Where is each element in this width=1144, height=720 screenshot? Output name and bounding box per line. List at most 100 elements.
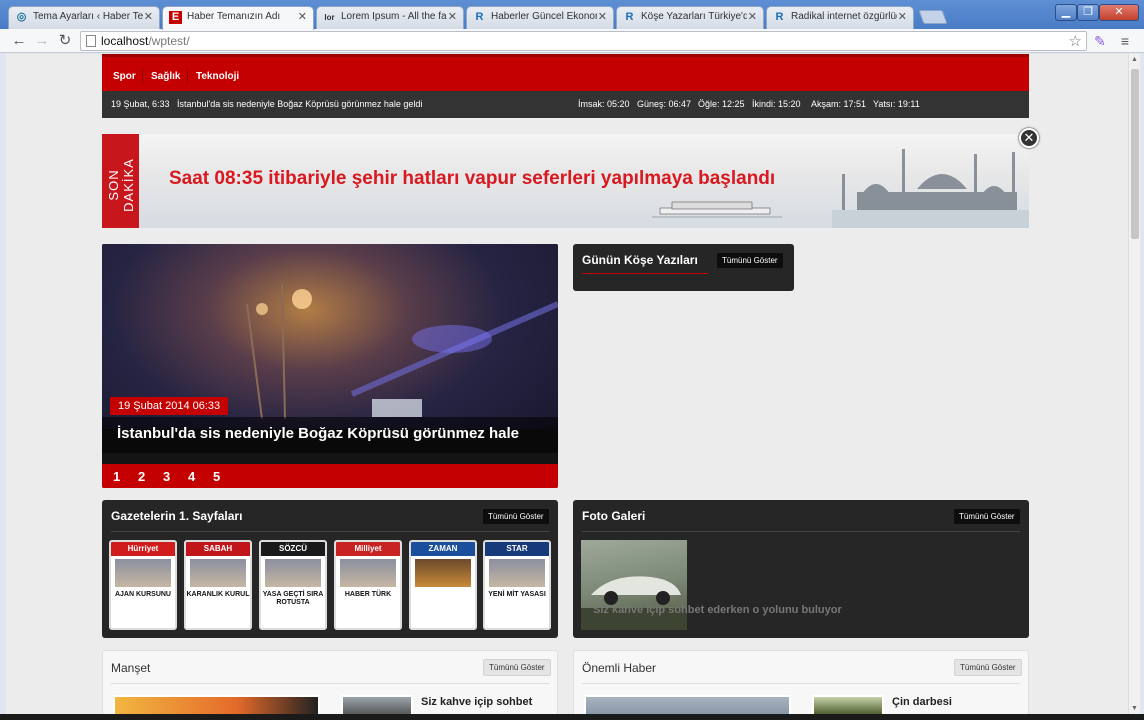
newspaper-headline: KARANLIK KURUL <box>186 591 250 598</box>
page-icon <box>86 35 96 47</box>
columnists-title: Günün Köşe Yazıları <box>582 253 698 267</box>
forward-icon[interactable]: → <box>32 31 52 51</box>
web-page: Spor Sağlık Teknoloji 19 Şubat, 6:33 İst… <box>6 54 1128 714</box>
title-underline <box>111 683 549 684</box>
gallery-photo[interactable] <box>581 540 687 630</box>
ticker-headline[interactable]: İstanbul'da sis nedeniyle Boğaz Köprüsü … <box>177 99 422 109</box>
tab-kose-yazarlari[interactable]: R Köşe Yazarları Türkiye'de ✕ <box>616 6 764 29</box>
tab-label: Lorem Ipsum - All the fact <box>341 11 447 22</box>
r-logo-icon: R <box>775 11 784 23</box>
new-tab-button[interactable] <box>918 10 948 24</box>
maximize-button[interactable]: ❐ <box>1077 4 1099 21</box>
wordpress-icon: ◎ <box>16 11 27 23</box>
close-tab-icon[interactable]: ✕ <box>298 10 307 23</box>
photo-gallery-box: Foto Galeri Tümünü Göster Siz kahve içip… <box>573 500 1029 638</box>
menu-separator <box>142 69 143 83</box>
newspaper-thumb-milliyet[interactable]: Milliyet HABER TÜRK <box>334 540 402 630</box>
newspaper-thumb-star[interactable]: STAR YENİ MİT YASASI <box>483 540 551 630</box>
breaking-news-text: Saat 08:35 itibariyle şehir hatları vapu… <box>169 168 776 189</box>
prayer-ogle: Öğle: 12:25 <box>698 99 745 109</box>
scrollbar-thumb[interactable] <box>1131 69 1139 239</box>
title-underline <box>582 531 1020 532</box>
menu-item-spor[interactable]: Spor <box>113 71 136 82</box>
close-banner-button[interactable]: ✕ <box>1019 128 1039 148</box>
newspaper-headline: HABER TÜRK <box>344 591 392 598</box>
newspaper-thumb-hurriyet[interactable]: Hürriyet AJAN KURSUNU <box>109 540 177 630</box>
breaking-news-banner[interactable]: SON DAKİKA Saat 08:35 itibariyle şehir h… <box>102 134 1029 228</box>
menu-icon[interactable]: ≡ <box>1115 31 1135 51</box>
newspaper-photo <box>115 559 171 587</box>
newspaper-headline: AJAN KURSUNU <box>114 591 171 598</box>
ferry-image <box>652 201 782 218</box>
close-tab-icon[interactable]: ✕ <box>898 10 907 23</box>
manset-main-image[interactable] <box>113 695 320 714</box>
reload-icon[interactable]: ↻ <box>55 31 75 51</box>
scroll-down-icon[interactable]: ▼ <box>1131 705 1138 712</box>
newspaper-headline: YASA GEÇTİ SIRA ROTUSTA <box>262 591 324 606</box>
url-text: localhost/wptest/ <box>101 34 190 48</box>
slider-page-4[interactable]: 4 <box>188 469 195 484</box>
close-window-button[interactable]: ✕ <box>1099 4 1139 21</box>
gallery-caption[interactable]: Siz kahve içip sohbet ederken o yolunu b… <box>593 604 842 616</box>
vertical-scrollbar[interactable]: ▲ ▼ <box>1128 54 1140 714</box>
browser-tab-bar: ◎ Tema Ayarları ‹ Haber Tem ✕ E Haber Te… <box>0 0 1144 30</box>
newspaper-masthead: Hürriyet <box>111 542 175 556</box>
close-tab-icon[interactable]: ✕ <box>598 10 607 23</box>
newspaper-masthead: Milliyet <box>336 542 400 556</box>
address-bar[interactable]: localhost/wptest/ ☆ <box>80 31 1087 51</box>
prayer-ikindi: İkindi: 15:20 <box>752 99 801 109</box>
prayer-yatsi: Yatsı: 19:11 <box>873 99 920 109</box>
gallery-show-all-button[interactable]: Tümünü Göster <box>954 509 1020 524</box>
close-tab-icon[interactable]: ✕ <box>448 10 457 23</box>
manset-item-title[interactable]: Siz kahve içip sohbet <box>421 696 532 708</box>
tab-label: Tema Ayarları ‹ Haber Tem <box>33 11 143 22</box>
browser-toolbar: ← → ↻ localhost/wptest/ ☆ ✎ ≡ <box>0 29 1144 53</box>
manset-box: Manşet Tümünü Göster Siz kahve içip sohb… <box>102 650 558 714</box>
newspapers-title: Gazetelerin 1. Sayfaları <box>111 509 243 523</box>
slider-date: 19 Şubat 2014 06:33 <box>110 397 229 415</box>
tab-lorem-ipsum[interactable]: lor Lorem Ipsum - All the fact ✕ <box>316 6 464 29</box>
slider-page-1[interactable]: 1 <box>113 469 120 484</box>
menu-item-saglik[interactable]: Sağlık <box>151 71 180 82</box>
newspapers-show-all-button[interactable]: Tümünü Göster <box>483 509 549 524</box>
important-item-title[interactable]: Çin darbesi <box>892 696 952 708</box>
newspaper-photo <box>340 559 396 587</box>
extension-pen-icon[interactable]: ✎ <box>1090 31 1110 51</box>
newspaper-headline: YENİ MİT YASASI <box>488 591 546 598</box>
scroll-up-icon[interactable]: ▲ <box>1131 56 1138 63</box>
slider-page-2[interactable]: 2 <box>138 469 145 484</box>
newspaper-thumb-zaman[interactable]: ZAMAN <box>409 540 477 630</box>
title-underline <box>582 683 1020 684</box>
manset-item-thumb[interactable] <box>341 695 413 714</box>
newspaper-thumb-sabah[interactable]: SABAH KARANLIK KURUL <box>184 540 252 630</box>
manset-show-all-button[interactable]: Tümünü Göster <box>483 659 551 676</box>
tab-theme-settings[interactable]: ◎ Tema Ayarları ‹ Haber Tem ✕ <box>8 6 160 29</box>
slider-headline[interactable]: İstanbul'da sis nedeniyle Boğaz Köprüsü … <box>102 417 558 453</box>
prayer-imsak: İmsak: 05:20 <box>578 99 630 109</box>
newspaper-thumb-sozcu[interactable]: SÖZCÜ YASA GEÇTİ SIRA ROTUSTA <box>259 540 327 630</box>
manset-title: Manşet <box>111 661 151 675</box>
newspaper-photo <box>265 559 321 587</box>
menu-item-teknoloji[interactable]: Teknoloji <box>196 71 239 82</box>
bookmark-star-icon[interactable]: ☆ <box>1069 32 1082 50</box>
tab-news-theme[interactable]: E Haber Temanızın Adı ✕ <box>162 6 314 30</box>
main-nav: Spor Sağlık Teknoloji <box>102 54 1029 91</box>
slider-page-5[interactable]: 5 <box>213 469 220 484</box>
newspaper-masthead: SÖZCÜ <box>261 542 325 556</box>
tab-radikal[interactable]: R Radikal internet özgürlüğü ✕ <box>766 6 914 29</box>
slider-page-3[interactable]: 3 <box>163 469 170 484</box>
columnists-show-all-button[interactable]: Tümünü Göster <box>717 253 783 268</box>
tab-haberler[interactable]: R Haberler Güncel Ekonomi ✕ <box>466 6 614 29</box>
back-icon[interactable]: ← <box>9 31 29 51</box>
r-logo-icon: R <box>625 11 634 23</box>
important-show-all-button[interactable]: Tümünü Göster <box>954 659 1022 676</box>
important-item-thumb[interactable] <box>812 695 884 714</box>
headline-slider[interactable]: 19 Şubat 2014 06:33 İstanbul'da sis nede… <box>102 244 558 488</box>
menu-separator <box>187 69 188 83</box>
close-tab-icon[interactable]: ✕ <box>748 10 757 23</box>
important-news-box: Önemli Haber Tümünü Göster Çin darbesi <box>573 650 1029 714</box>
columnists-box: Günün Köşe Yazıları Tümünü Göster <box>573 244 794 291</box>
close-tab-icon[interactable]: ✕ <box>144 10 153 23</box>
minimize-button[interactable]: ▁ <box>1055 4 1077 21</box>
important-main-image[interactable] <box>584 695 791 714</box>
